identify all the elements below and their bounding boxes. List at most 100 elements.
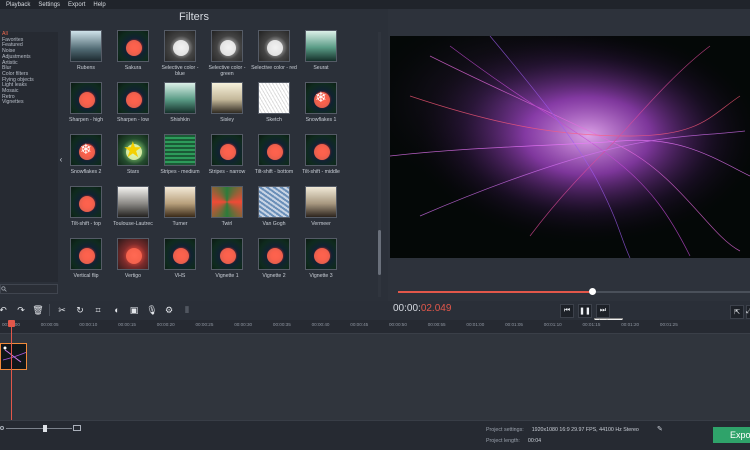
filter-tile[interactable]: Vertigo	[113, 238, 153, 294]
filter-tile[interactable]: Stripes - medium	[160, 134, 200, 190]
delete-button[interactable]: 🗑	[31, 303, 45, 317]
prev-icon: ⏮	[563, 307, 571, 314]
filter-tile[interactable]: Vertical flip	[66, 238, 106, 294]
redo-button[interactable]: ↷	[14, 303, 28, 317]
filter-tile[interactable]: Seurat	[301, 30, 341, 86]
filter-label: Tilt-shift - bottom	[254, 169, 294, 175]
menu-help[interactable]: Help	[93, 2, 105, 8]
filter-tile[interactable]: Twirl	[207, 186, 247, 242]
rotate-icon: ↻	[76, 304, 84, 315]
image-button[interactable]: ▣	[127, 303, 141, 317]
filter-tile[interactable]: Sisley	[207, 82, 247, 138]
filter-tile[interactable]: Sketch	[254, 82, 294, 138]
filter-tile[interactable]: Vermeer	[301, 186, 341, 242]
playhead-handle[interactable]	[8, 320, 15, 327]
filter-tile[interactable]: Tilt-shift - middle	[301, 134, 341, 190]
filter-tile[interactable]: Van Gogh	[254, 186, 294, 242]
external-window-button[interactable]: ⇱	[730, 305, 744, 319]
filter-tile[interactable]: Stripes - narrow	[207, 134, 247, 190]
filter-tile[interactable]: Sharpen - high	[66, 82, 106, 138]
audio-levels-button[interactable]: ⦀	[180, 303, 194, 317]
filter-tile[interactable]: Selective color - green	[207, 30, 247, 86]
playhead[interactable]	[11, 320, 12, 420]
filter-tile[interactable]: Selective color - blue	[160, 30, 200, 86]
filter-thumbnail	[117, 82, 149, 114]
timeline-tick-label: 00:00:25	[195, 322, 214, 327]
play-pause-button[interactable]: ❚❚	[578, 304, 592, 318]
timeline-tracks[interactable]	[0, 334, 750, 420]
filter-label: Turner	[172, 221, 188, 227]
playback-progress-handle[interactable]	[588, 288, 596, 295]
filter-label: Tilt-shift - middle	[302, 169, 340, 175]
filter-tile[interactable]: Turner	[160, 186, 200, 242]
filter-tile[interactable]: Vignette 1	[207, 238, 247, 294]
filter-tile[interactable]: Tilt-shift - bottom	[254, 134, 294, 190]
prev-frame-button[interactable]: ⏮	[560, 304, 574, 318]
filter-label: Vermeer	[311, 221, 331, 227]
audio-levels-icon: ⦀	[185, 304, 189, 315]
filter-tile[interactable]: Vignette 2	[254, 238, 294, 294]
filter-label: Sketch	[266, 117, 282, 123]
menu-export[interactable]: Export	[68, 2, 85, 8]
redo-icon: ↷	[17, 304, 25, 315]
filter-tile[interactable]: Sakura	[113, 30, 153, 86]
timeline-tick-label: 00:00:45	[350, 322, 369, 327]
video-preview[interactable]	[390, 36, 750, 258]
filter-thumbnail: ❄	[305, 82, 337, 114]
pause-icon: ❚❚	[579, 308, 591, 315]
rotate-button[interactable]: ↻	[73, 303, 87, 317]
filter-label: Stripes - narrow	[208, 169, 246, 175]
flower-shape	[220, 144, 236, 160]
edit-icon[interactable]: ✎	[657, 425, 663, 433]
color-adjust-button[interactable]: ◐	[110, 303, 124, 317]
project-settings-label: Project settings:	[486, 427, 524, 433]
filter-tile[interactable]: Selective color - red	[251, 30, 297, 86]
filter-thumbnail	[211, 186, 243, 218]
filter-tile[interactable]: Tilt-shift - top	[66, 186, 106, 242]
fullscreen-button[interactable]: ⤢	[746, 305, 750, 319]
filter-thumbnail: ❄	[70, 134, 102, 166]
undo-button[interactable]: ↶	[0, 303, 10, 317]
filter-tile[interactable]: Vignette 3	[301, 238, 341, 294]
clip-thumbnail	[1, 344, 26, 369]
status-bar	[0, 420, 750, 450]
filter-tile[interactable]: Shishkin	[160, 82, 200, 138]
record-audio-button[interactable]: 🎙	[145, 303, 159, 317]
filter-label: Selective color - red	[251, 65, 297, 71]
timeline-zoom-slider[interactable]	[6, 428, 72, 429]
crop-button[interactable]: ⌗	[91, 303, 105, 317]
zoom-in-icon[interactable]	[73, 425, 81, 431]
filter-tile[interactable]: VHS	[160, 238, 200, 294]
timeline-clip[interactable]	[0, 343, 27, 370]
clip-settings-button[interactable]: ⚙	[162, 303, 176, 317]
filter-thumbnail	[70, 186, 102, 218]
flower-shape	[314, 248, 330, 264]
timeline-zoom-handle[interactable]	[43, 425, 47, 432]
filter-tile[interactable]: ❄ Snowflakes 1	[301, 82, 341, 138]
mic-icon: 🎙	[146, 304, 158, 315]
search-input[interactable]	[0, 284, 58, 294]
flower-shape	[79, 92, 95, 108]
export-button[interactable]: Export	[713, 427, 750, 443]
cut-button[interactable]: ✂	[55, 303, 69, 317]
menu-playback[interactable]: Playback	[6, 2, 30, 8]
filter-tile[interactable]: ❄ Snowflakes 2	[66, 134, 106, 190]
zoom-out-icon[interactable]	[0, 426, 4, 430]
filters-scrollbar-thumb[interactable]	[378, 230, 381, 275]
filter-label: Sharpen - high	[68, 117, 104, 123]
color-adjust-icon: ◐	[114, 305, 120, 315]
filter-tile[interactable]: Toulouse-Lautrec	[113, 186, 153, 242]
filter-tile[interactable]: Sharpen - low	[113, 82, 153, 138]
next-frame-button[interactable]: ⏭	[596, 304, 610, 318]
menu-settings[interactable]: Settings	[38, 2, 60, 8]
filter-thumbnail	[258, 186, 290, 218]
collapse-panel-icon[interactable]: ‹	[58, 155, 64, 169]
filter-tile[interactable]: ★ Stars	[113, 134, 153, 190]
filter-thumbnail	[70, 30, 102, 62]
timecode: 00:00:02.049	[393, 303, 451, 314]
filters-grid: Rubens Sakura Selective color - blue Select…	[66, 30, 372, 295]
next-icon: ⏭	[599, 307, 607, 314]
filter-tile[interactable]: Rubens	[66, 30, 106, 86]
filter-thumbnail	[305, 134, 337, 166]
category-item[interactable]: Vignettes	[2, 100, 56, 106]
